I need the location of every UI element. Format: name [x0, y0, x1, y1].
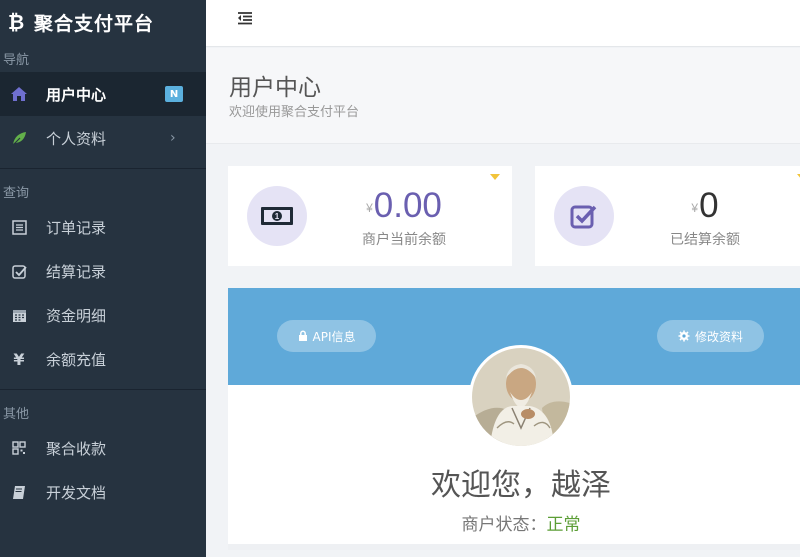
section-label-other: 其他 — [3, 406, 30, 422]
sidebar-item-profile[interactable]: 个人资料 › — [0, 116, 206, 160]
avatar — [469, 345, 573, 449]
sidebar-item-label: 个人资料 — [46, 129, 107, 148]
sidebar-item-user-center[interactable]: 用户中心 N — [0, 72, 206, 116]
edit-profile-label: 修改资料 — [694, 329, 743, 344]
page-subtitle: 欢迎使用聚合支付平台 — [229, 105, 360, 120]
currency-symbol: ¥ — [366, 200, 373, 215]
status-label: 商户状态： — [461, 515, 547, 535]
page-title: 用户中心 — [229, 75, 321, 101]
sidebar-item-recharge[interactable]: ¥ 余额充值 — [0, 337, 206, 381]
sidebar-divider — [0, 168, 206, 169]
settled-label: 已结算余额 — [670, 232, 740, 248]
sidebar-item-label: 余额充值 — [46, 350, 107, 369]
settled-value: ¥0 — [615, 186, 795, 226]
app-title: 聚合支付平台 — [34, 12, 155, 35]
settled-amount: 0 — [699, 186, 719, 225]
api-info-label: API信息 — [312, 329, 356, 344]
balance-label: 商户当前余额 — [362, 232, 446, 248]
sidebar-item-label: 订单记录 — [46, 218, 107, 237]
menu-toggle-icon[interactable] — [236, 10, 260, 30]
chevron-right-icon: › — [170, 130, 176, 146]
page-header: 用户中心 欢迎使用聚合支付平台 — [206, 48, 800, 144]
merchant-status: 商户状态：正常 — [228, 510, 800, 535]
list-icon — [10, 218, 28, 236]
section-label-query: 查询 — [3, 185, 30, 201]
bitcoin-logo-icon: ₿ — [8, 9, 25, 34]
profile-panel: API信息 修改资料 欢迎您，越泽 商户状态：正常 — [228, 288, 800, 550]
balance-card: 1 ¥0.00 商户当前余额 — [228, 166, 512, 266]
leaf-icon — [10, 129, 28, 147]
book-icon — [10, 483, 28, 501]
status-value: 正常 — [546, 515, 581, 535]
home-icon — [10, 85, 28, 103]
sidebar-item-label: 开发文档 — [46, 483, 107, 502]
check-square-icon — [554, 186, 614, 246]
sidebar-item-funds[interactable]: 资金明细 — [0, 293, 206, 337]
money-icon: 1 — [247, 186, 307, 246]
panel-bottom-border — [228, 544, 800, 550]
sidebar-item-label: 用户中心 — [46, 85, 107, 104]
sidebar-divider — [0, 389, 206, 390]
gear-icon — [678, 330, 690, 342]
check-square-icon — [10, 262, 28, 280]
edit-profile-button[interactable]: 修改资料 — [657, 320, 764, 352]
sidebar-item-label: 聚合收款 — [46, 439, 107, 458]
currency-symbol: ¥ — [691, 200, 699, 215]
calendar-icon — [10, 306, 28, 324]
sidebar-item-label: 结算记录 — [46, 262, 107, 281]
sidebar: ₿ 聚合支付平台 导航 用户中心 N 个人资料 › 查询 订单记录 结算记录 资… — [0, 0, 206, 557]
welcome-message: 欢迎您，越泽 — [431, 468, 611, 503]
section-label-nav: 导航 — [3, 52, 30, 68]
settled-card: ¥0 已结算余额 — [535, 166, 800, 266]
top-bar — [206, 0, 800, 47]
sidebar-item-orders[interactable]: 订单记录 — [0, 205, 206, 249]
sidebar-item-settlements[interactable]: 结算记录 — [0, 249, 206, 293]
sidebar-item-docs[interactable]: 开发文档 — [0, 470, 206, 514]
yen-icon: ¥ — [13, 349, 25, 369]
brand[interactable]: ₿ 聚合支付平台 — [0, 0, 206, 44]
sidebar-item-label: 资金明细 — [46, 306, 107, 325]
svg-text:1: 1 — [275, 212, 280, 221]
qrcode-icon — [10, 439, 28, 457]
api-info-button[interactable]: API信息 — [277, 320, 376, 352]
dropdown-indicator-icon[interactable] — [490, 174, 500, 180]
sidebar-item-aggregate-pay[interactable]: 聚合收款 — [0, 426, 206, 470]
lock-icon — [298, 330, 308, 342]
balance-value: ¥0.00 — [314, 186, 494, 226]
new-badge: N — [165, 86, 183, 102]
balance-amount: 0.00 — [373, 186, 442, 225]
